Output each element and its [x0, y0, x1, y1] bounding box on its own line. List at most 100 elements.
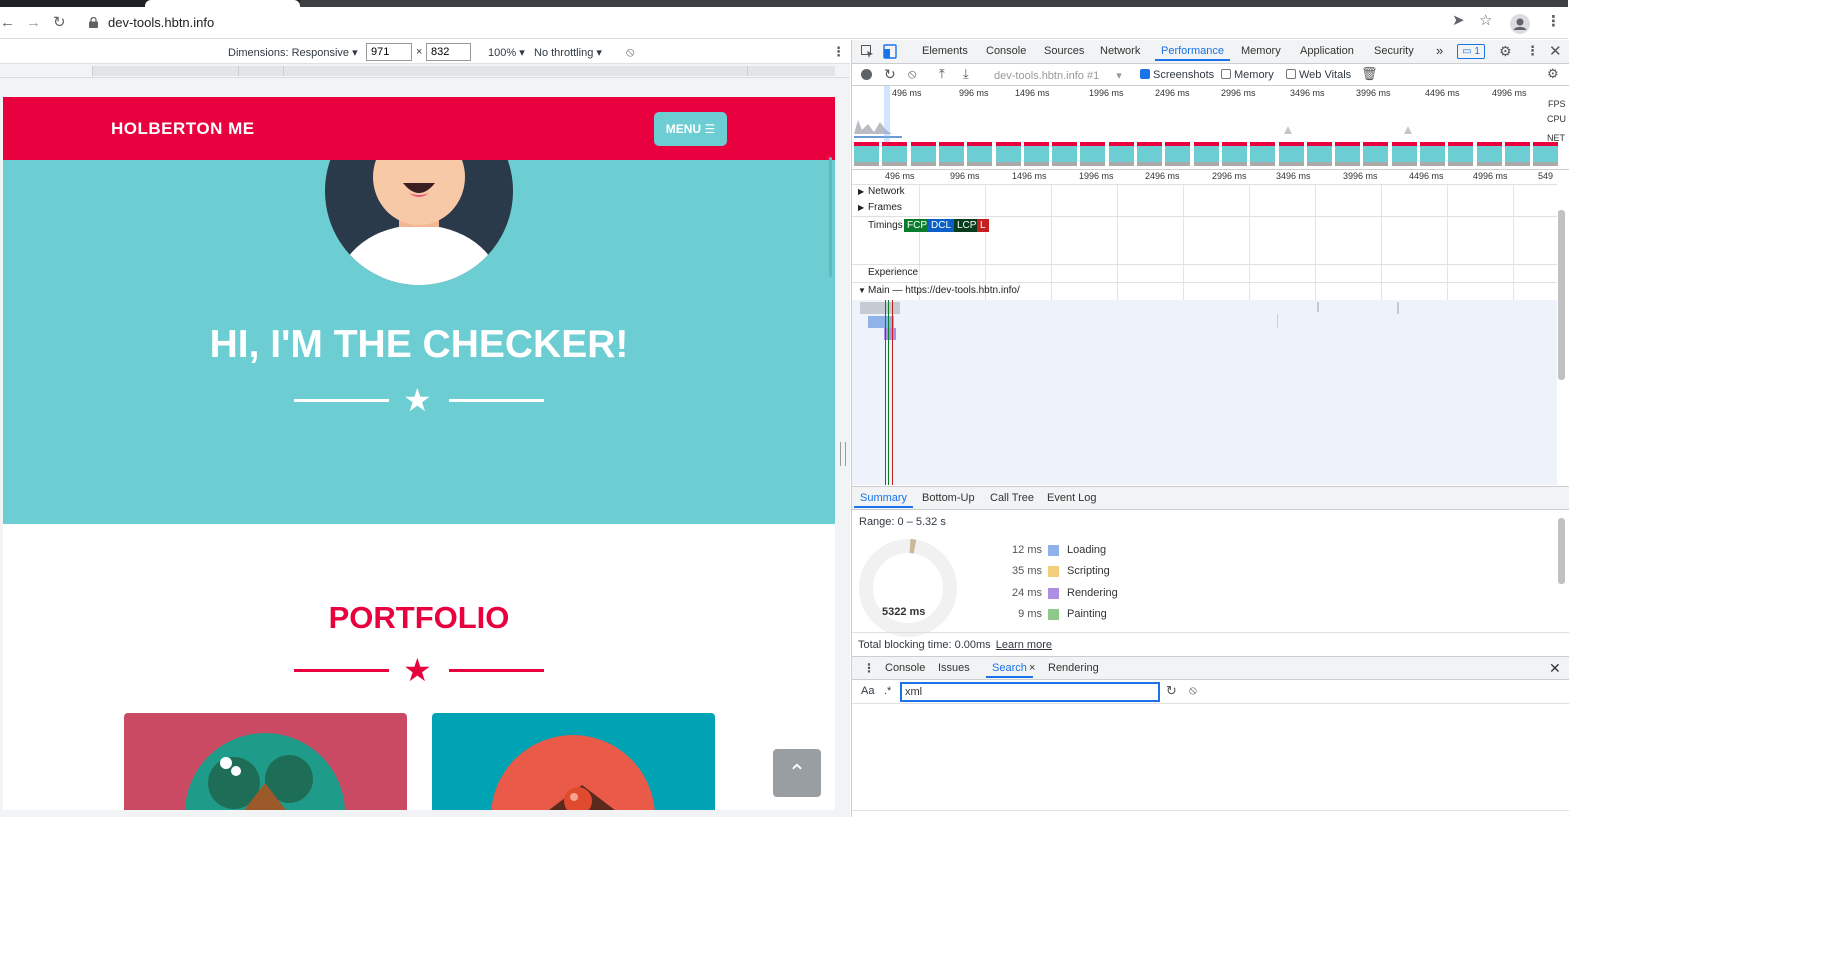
screenshot-thumbnail[interactable]: [995, 142, 1021, 166]
media-query-segment[interactable]: [747, 66, 835, 76]
network-track-expand-icon[interactable]: ▶: [858, 187, 864, 196]
screenshot-thumbnail[interactable]: [1335, 142, 1361, 166]
drawer-menu-icon[interactable]: ⋮: [863, 661, 875, 675]
browser-menu-icon[interactable]: ⋮: [1546, 14, 1561, 30]
reload-profile-icon[interactable]: ↻: [884, 66, 896, 83]
screenshot-thumbnail[interactable]: [1108, 142, 1134, 166]
settings-gear-icon[interactable]: ⚙: [1499, 43, 1512, 60]
back-icon[interactable]: ←: [0, 15, 15, 31]
more-tabs-icon[interactable]: »: [1436, 43, 1443, 58]
network-track-label[interactable]: Network: [868, 186, 905, 197]
screenshot-thumbnail[interactable]: [1052, 142, 1078, 166]
devtools-menu-icon[interactable]: ⋮: [1526, 43, 1539, 59]
zoom-dropdown[interactable]: 100% ▾: [488, 46, 525, 59]
profile-avatar-icon[interactable]: [1510, 14, 1530, 34]
close-search-tab-icon[interactable]: ×: [1029, 662, 1035, 674]
search-input[interactable]: [900, 682, 1160, 702]
fcp-marker[interactable]: FCP: [904, 219, 930, 232]
screenshot-thumbnail[interactable]: [1023, 142, 1049, 166]
screenshot-thumbnail[interactable]: [882, 142, 908, 166]
bookmark-star-icon[interactable]: ☆: [1479, 13, 1492, 29]
screenshot-thumbnail[interactable]: [854, 142, 879, 166]
screenshot-thumbnail[interactable]: [1080, 142, 1106, 166]
portfolio-card-cabin[interactable]: [124, 713, 407, 810]
flame-chart[interactable]: 496 ms 996 ms 1496 ms 1996 ms 2496 ms 29…: [852, 170, 1569, 486]
close-devtools-icon[interactable]: ✕: [1549, 42, 1562, 60]
clear-search-icon[interactable]: ⦸: [1189, 683, 1197, 698]
viewport-resize-handle[interactable]: [840, 442, 846, 466]
load-marker[interactable]: L: [977, 219, 989, 232]
active-browser-tab[interactable]: [145, 0, 300, 7]
screenshots-checkbox[interactable]: Screenshots: [1140, 69, 1214, 81]
screenshot-thumbnail[interactable]: [1250, 142, 1276, 166]
device-height-input[interactable]: [426, 43, 471, 61]
tab-sources[interactable]: Sources: [1044, 45, 1084, 57]
screenshot-thumbnail[interactable]: [1278, 142, 1304, 166]
summary-scrollbar[interactable]: [1558, 518, 1565, 584]
screenshot-thumbnail[interactable]: [967, 142, 993, 166]
main-track-label[interactable]: Main — https://dev-tools.hbtn.info/: [868, 285, 1020, 296]
portfolio-card-cake[interactable]: [432, 713, 715, 810]
device-toolbar-menu-icon[interactable]: ⋮: [832, 44, 845, 60]
capture-settings-gear-icon[interactable]: ⚙: [1547, 66, 1559, 82]
flame-chart-scrollbar[interactable]: [1558, 210, 1565, 380]
device-width-input[interactable]: [366, 43, 412, 61]
dcl-marker[interactable]: DCL: [928, 219, 955, 232]
screenshot-thumbnail[interactable]: [1165, 142, 1191, 166]
forward-icon[interactable]: →: [26, 15, 41, 31]
dimensions-dropdown[interactable]: Dimensions: Responsive ▾: [228, 46, 358, 59]
tab-elements[interactable]: Elements: [922, 45, 968, 57]
tab-network[interactable]: Network: [1100, 45, 1140, 57]
screenshots-strip[interactable]: [854, 142, 1564, 168]
reload-icon[interactable]: ↻: [53, 15, 66, 31]
tab-security[interactable]: Security: [1374, 45, 1414, 57]
inspect-element-icon[interactable]: [861, 45, 874, 58]
close-drawer-icon[interactable]: ✕: [1549, 660, 1561, 677]
screenshot-thumbnail[interactable]: [1448, 142, 1474, 166]
screenshot-thumbnail[interactable]: [1391, 142, 1417, 166]
screenshot-thumbnail[interactable]: [910, 142, 936, 166]
tab-console[interactable]: Console: [986, 45, 1026, 57]
clear-icon[interactable]: ⦸: [908, 66, 916, 82]
screenshot-thumbnail[interactable]: [1504, 142, 1530, 166]
learn-more-link[interactable]: Learn more: [996, 639, 1052, 651]
tab-application[interactable]: Application: [1300, 45, 1354, 57]
tab-performance[interactable]: Performance: [1155, 45, 1230, 61]
tab-summary[interactable]: Summary: [853, 492, 914, 508]
match-case-toggle[interactable]: Aa: [861, 685, 874, 697]
tab-memory[interactable]: Memory: [1241, 45, 1281, 57]
tab-bottom-up[interactable]: Bottom-Up: [922, 492, 975, 504]
recording-select[interactable]: dev-tools.hbtn.info #1 ▾: [994, 69, 1122, 82]
download-icon[interactable]: ⤓: [963, 66, 969, 82]
main-track-collapse-icon[interactable]: ▼: [858, 286, 866, 295]
lock-icon[interactable]: [89, 17, 98, 28]
rotate-icon[interactable]: ⦸: [626, 44, 634, 60]
drawer-tab-issues[interactable]: Issues: [938, 662, 970, 674]
issues-badge[interactable]: ▭ 1: [1457, 44, 1485, 59]
screenshot-thumbnail[interactable]: [938, 142, 964, 166]
regex-toggle[interactable]: .*: [884, 685, 891, 697]
memory-checkbox[interactable]: Memory: [1221, 69, 1274, 81]
web-vitals-checkbox[interactable]: Web Vitals: [1286, 69, 1351, 81]
drawer-tab-console[interactable]: Console: [885, 662, 925, 674]
screenshot-thumbnail[interactable]: [1306, 142, 1332, 166]
site-brand[interactable]: HOLBERTON ME: [111, 119, 255, 139]
screenshot-thumbnail[interactable]: [1533, 142, 1559, 166]
frames-track-label[interactable]: Frames: [868, 202, 902, 213]
screenshot-thumbnail[interactable]: [1476, 142, 1502, 166]
screenshot-thumbnail[interactable]: [1137, 142, 1162, 166]
trash-icon[interactable]: 🗑: [1361, 66, 1378, 82]
send-icon[interactable]: ➤: [1452, 13, 1465, 29]
media-query-bar[interactable]: [0, 64, 850, 78]
screenshot-thumbnail[interactable]: [1193, 142, 1219, 166]
frames-track-expand-icon[interactable]: ▶: [858, 203, 864, 212]
record-icon[interactable]: [861, 69, 872, 80]
screenshot-thumbnail[interactable]: [1221, 142, 1247, 166]
drawer-tab-rendering[interactable]: Rendering: [1048, 662, 1099, 674]
device-toggle-icon[interactable]: [883, 44, 897, 59]
timeline-overview[interactable]: 496 ms 996 ms 1496 ms 1996 ms 2496 ms 29…: [852, 86, 1569, 170]
tab-call-tree[interactable]: Call Tree: [990, 492, 1034, 504]
lcp-marker[interactable]: LCP: [954, 219, 980, 232]
media-query-segment[interactable]: [283, 66, 747, 76]
page-scrollbar[interactable]: [829, 157, 832, 277]
